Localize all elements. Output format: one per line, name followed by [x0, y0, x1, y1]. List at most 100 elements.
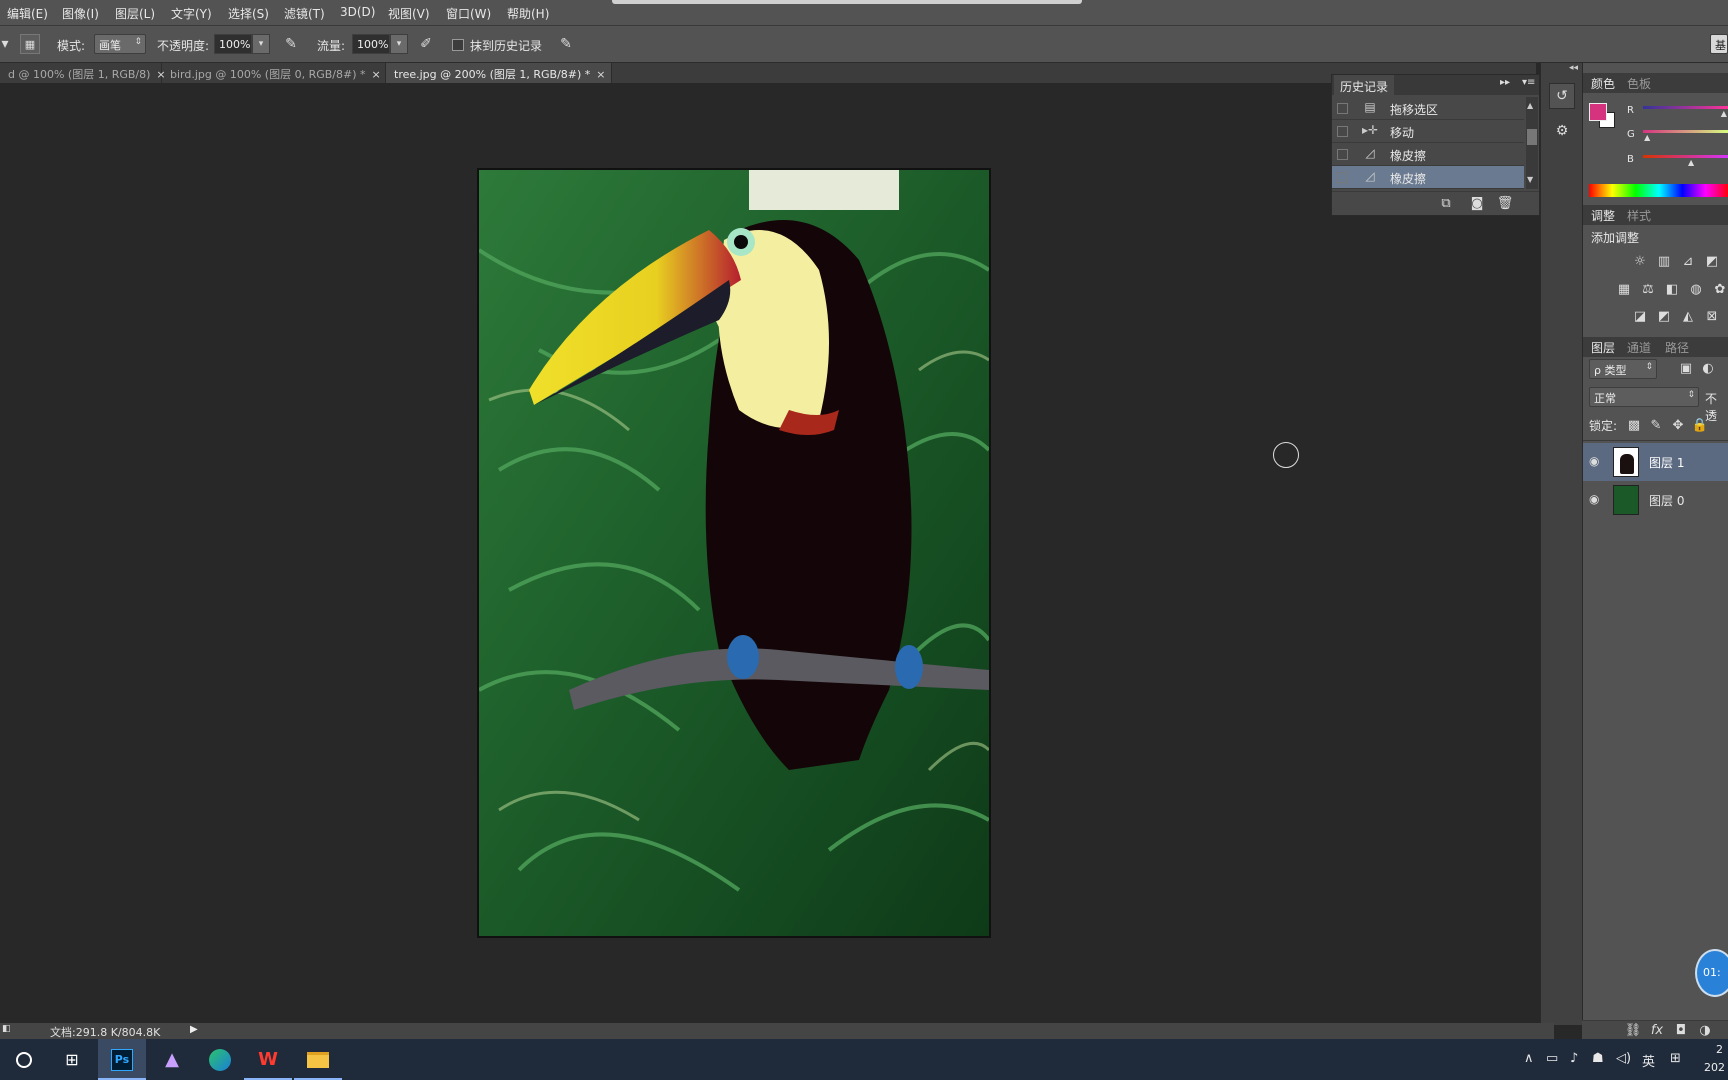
document-image[interactable]: [477, 168, 991, 938]
new-fill-layer-icon[interactable]: ◑: [1696, 1023, 1714, 1039]
threshold-icon[interactable]: ◭: [1679, 309, 1697, 325]
exposure-icon[interactable]: ◩: [1703, 254, 1721, 270]
scroll-thumb[interactable]: [1527, 129, 1537, 145]
filter-adjust-icon[interactable]: ◐: [1699, 361, 1717, 377]
history-panel-icon[interactable]: ↺: [1549, 83, 1575, 109]
layer-row-0[interactable]: ◉ 图层 0: [1583, 481, 1728, 519]
foreground-color-swatch[interactable]: [1589, 103, 1607, 121]
blend-mode-select[interactable]: 正常 ⇕: [1589, 387, 1699, 407]
collapse-dock-icon[interactable]: ◂◂: [1569, 63, 1578, 73]
app-tray-icon[interactable]: ☗: [1592, 1051, 1604, 1066]
tray-overflow-icon[interactable]: ∧: [1524, 1051, 1534, 1066]
r-slider-thumb[interactable]: ▲: [1721, 109, 1727, 118]
history-item[interactable]: ▤ 拖移选区: [1332, 97, 1524, 120]
history-scrollbar[interactable]: ▲ ▼: [1526, 97, 1538, 189]
filter-pixel-icon[interactable]: ▣: [1677, 361, 1695, 377]
brush-panel-icon[interactable]: ▦: [20, 34, 40, 54]
tool-preset-dropdown-icon[interactable]: ▾: [0, 34, 10, 54]
color-balance-icon[interactable]: ⚖: [1639, 282, 1657, 298]
flow-input[interactable]: 100%: [352, 34, 390, 54]
new-snapshot-icon[interactable]: ◙: [1468, 196, 1486, 212]
history-source-checkbox[interactable]: [1337, 172, 1348, 183]
history-source-checkbox[interactable]: [1337, 126, 1348, 137]
tab-close-icon[interactable]: ×: [372, 68, 381, 81]
opacity-dropdown[interactable]: ▾: [252, 34, 270, 54]
status-menu-arrow-icon[interactable]: ▶: [190, 1024, 198, 1035]
volume-icon[interactable]: ◁): [1616, 1051, 1631, 1066]
menu-filter[interactable]: 滤镜(T): [284, 5, 325, 22]
history-source-checkbox[interactable]: [1337, 103, 1348, 114]
posterize-icon[interactable]: ◩: [1655, 309, 1673, 325]
eye-icon[interactable]: ◉: [1589, 492, 1599, 506]
new-document-from-state-icon[interactable]: ⧉: [1437, 196, 1455, 212]
menu-image[interactable]: 图像(I): [62, 5, 99, 22]
tab-styles[interactable]: 样式: [1627, 207, 1651, 224]
network-icon[interactable]: ▭: [1546, 1051, 1558, 1066]
fx-icon[interactable]: fx: [1648, 1023, 1666, 1039]
task-view-icon[interactable]: ⊞: [48, 1039, 96, 1080]
menu-type[interactable]: 文字(Y): [171, 5, 212, 22]
erase-history-checkbox[interactable]: [452, 39, 464, 51]
levels-icon[interactable]: ▥: [1655, 254, 1673, 270]
photoshop-taskbar-icon[interactable]: Ps: [98, 1039, 146, 1080]
menu-select[interactable]: 选择(S): [228, 5, 269, 22]
gradient-map-icon[interactable]: ⊠: [1703, 309, 1721, 325]
scroll-down-icon[interactable]: ▼: [1527, 175, 1533, 184]
color-spectrum-bar[interactable]: [1589, 184, 1728, 197]
file-explorer-icon[interactable]: [294, 1039, 342, 1080]
flow-dropdown[interactable]: ▾: [390, 34, 408, 54]
photo-filter-icon[interactable]: ◍: [1687, 282, 1705, 298]
lock-image-icon[interactable]: ✎: [1647, 418, 1665, 434]
pressure-size-icon[interactable]: ✎: [556, 34, 576, 54]
edge-browser-icon[interactable]: [196, 1039, 244, 1080]
photos-app-icon[interactable]: ▲: [148, 1039, 196, 1080]
mode-select[interactable]: 画笔 ⇕: [94, 34, 146, 54]
microphone-icon[interactable]: ♪: [1570, 1051, 1578, 1066]
floating-timer-badge[interactable]: 01:: [1695, 949, 1728, 997]
menu-window[interactable]: 窗口(W): [446, 5, 491, 22]
tab-paths[interactable]: 路径: [1665, 339, 1689, 356]
tab-layers[interactable]: 图层: [1591, 339, 1615, 356]
history-item[interactable]: ◿ 橡皮擦: [1332, 143, 1524, 166]
tab-d[interactable]: d @ 100% (图层 1, RGB/8) ×: [0, 63, 166, 83]
invert-icon[interactable]: ◪: [1631, 309, 1649, 325]
tab-channels[interactable]: 通道: [1627, 339, 1651, 356]
b-slider-thumb[interactable]: ▲: [1688, 158, 1694, 167]
history-item[interactable]: ▸✛ 移动: [1332, 120, 1524, 143]
tab-close-icon[interactable]: ×: [596, 68, 605, 81]
link-layers-icon[interactable]: ⛓: [1624, 1023, 1642, 1039]
collapse-icon[interactable]: ▸▸: [1500, 77, 1510, 88]
menu-layer[interactable]: 图层(L): [115, 5, 155, 22]
ime-mode-icon[interactable]: ⊞: [1670, 1051, 1681, 1066]
menu-edit[interactable]: 编辑(E): [7, 5, 48, 22]
tab-swatches[interactable]: 色板: [1627, 75, 1651, 92]
menu-3d[interactable]: 3D(D): [340, 5, 375, 19]
input-language[interactable]: 英: [1642, 1051, 1655, 1070]
b-slider[interactable]: [1643, 155, 1728, 158]
tab-history[interactable]: 历史记录: [1334, 75, 1395, 95]
menu-view[interactable]: 视图(V): [388, 5, 430, 22]
history-source-checkbox[interactable]: [1337, 149, 1348, 160]
eye-icon[interactable]: ◉: [1589, 454, 1599, 468]
tab-color[interactable]: 颜色: [1591, 75, 1615, 92]
start-search-icon[interactable]: [0, 1039, 48, 1080]
zoom-icon[interactable]: ◧: [2, 1024, 11, 1034]
menu-help[interactable]: 帮助(H): [507, 5, 549, 22]
lock-position-icon[interactable]: ✥: [1669, 418, 1687, 434]
layer-row-1[interactable]: ◉ 图层 1: [1583, 443, 1728, 481]
g-slider-thumb[interactable]: ▲: [1644, 133, 1650, 142]
add-mask-icon[interactable]: ◘: [1672, 1023, 1690, 1039]
tab-bird[interactable]: bird.jpg @ 100% (图层 0, RGB/8#) * ×: [162, 63, 386, 83]
properties-panel-icon[interactable]: ⚙: [1549, 119, 1575, 145]
clock-time[interactable]: 2: [1716, 1043, 1723, 1056]
trash-icon[interactable]: 🗑: [1496, 196, 1514, 212]
panel-menu-icon[interactable]: ▾≡: [1522, 77, 1535, 88]
black-white-icon[interactable]: ◧: [1663, 282, 1681, 298]
layer-filter-select[interactable]: ρ 类型 ⇕: [1589, 359, 1657, 379]
opacity-input[interactable]: 100%: [214, 34, 252, 54]
g-slider[interactable]: [1643, 130, 1728, 133]
r-slider[interactable]: [1643, 106, 1728, 109]
clock-date[interactable]: 202: [1704, 1061, 1725, 1074]
vibrance-icon[interactable]: ▦: [1615, 282, 1633, 298]
curves-icon[interactable]: ⊿: [1679, 254, 1697, 270]
